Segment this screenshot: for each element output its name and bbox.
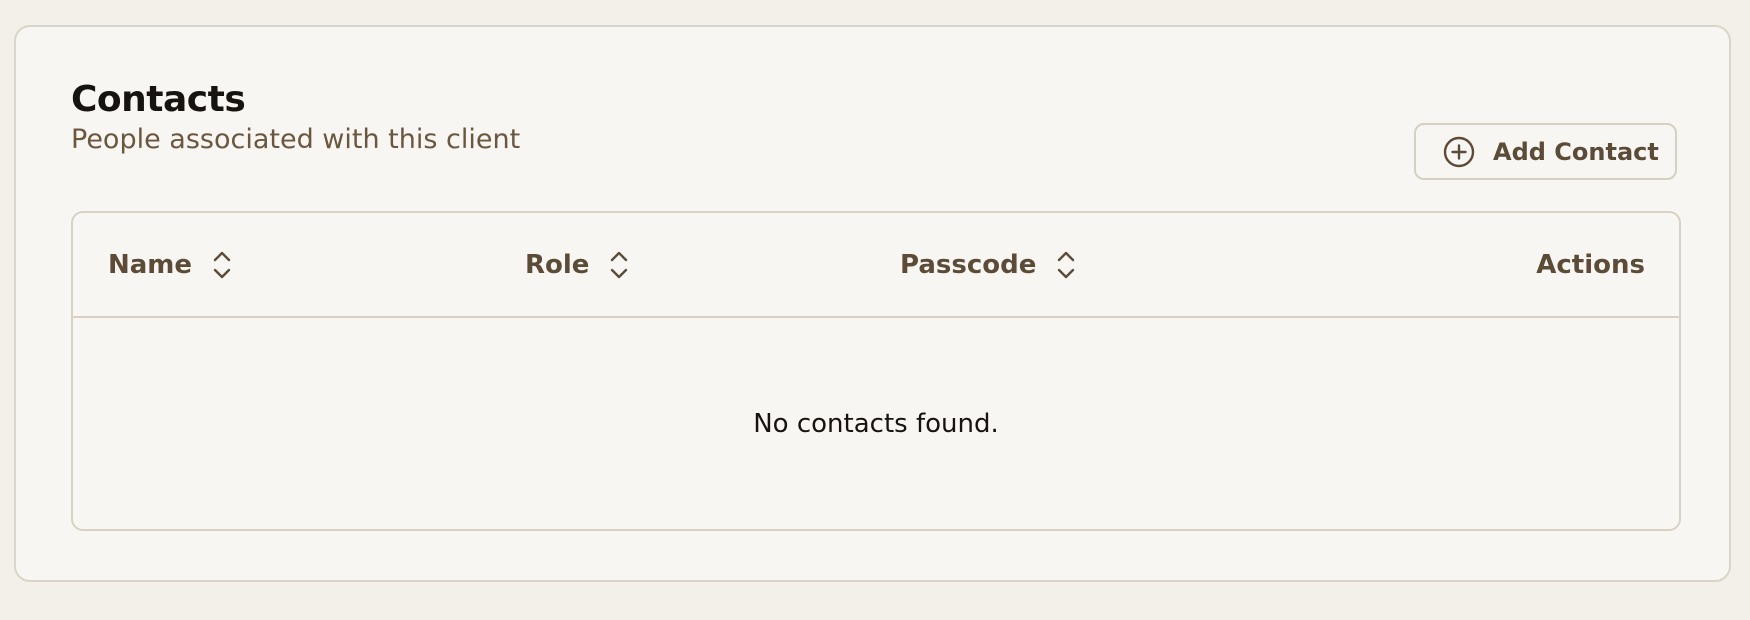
chevron-up-down-icon — [212, 250, 232, 280]
column-label-actions: Actions — [1536, 249, 1645, 280]
table-body: No contacts found. — [73, 318, 1679, 529]
column-header-role[interactable]: Role — [525, 213, 629, 316]
chevron-up-down-icon — [1056, 250, 1076, 280]
add-contact-label: Add Contact — [1493, 137, 1659, 166]
card-header: Contacts People associated with this cli… — [71, 77, 1677, 187]
table-header: Name Role Passcode Actions — [73, 213, 1679, 318]
column-label-role: Role — [525, 249, 590, 280]
add-contact-button[interactable]: Add Contact — [1414, 123, 1677, 180]
contacts-table: Name Role Passcode Actions No contacts f… — [71, 211, 1681, 531]
column-label-passcode: Passcode — [900, 249, 1037, 280]
plus-circle-icon — [1443, 136, 1475, 168]
section-title: Contacts — [71, 79, 246, 120]
column-header-passcode[interactable]: Passcode — [900, 213, 1076, 316]
contacts-card: Contacts People associated with this cli… — [14, 25, 1731, 582]
column-header-actions: Actions — [1536, 213, 1645, 316]
column-header-name[interactable]: Name — [108, 213, 232, 316]
column-label-name: Name — [108, 249, 193, 280]
empty-state-message: No contacts found. — [753, 408, 999, 439]
chevron-up-down-icon — [609, 250, 629, 280]
